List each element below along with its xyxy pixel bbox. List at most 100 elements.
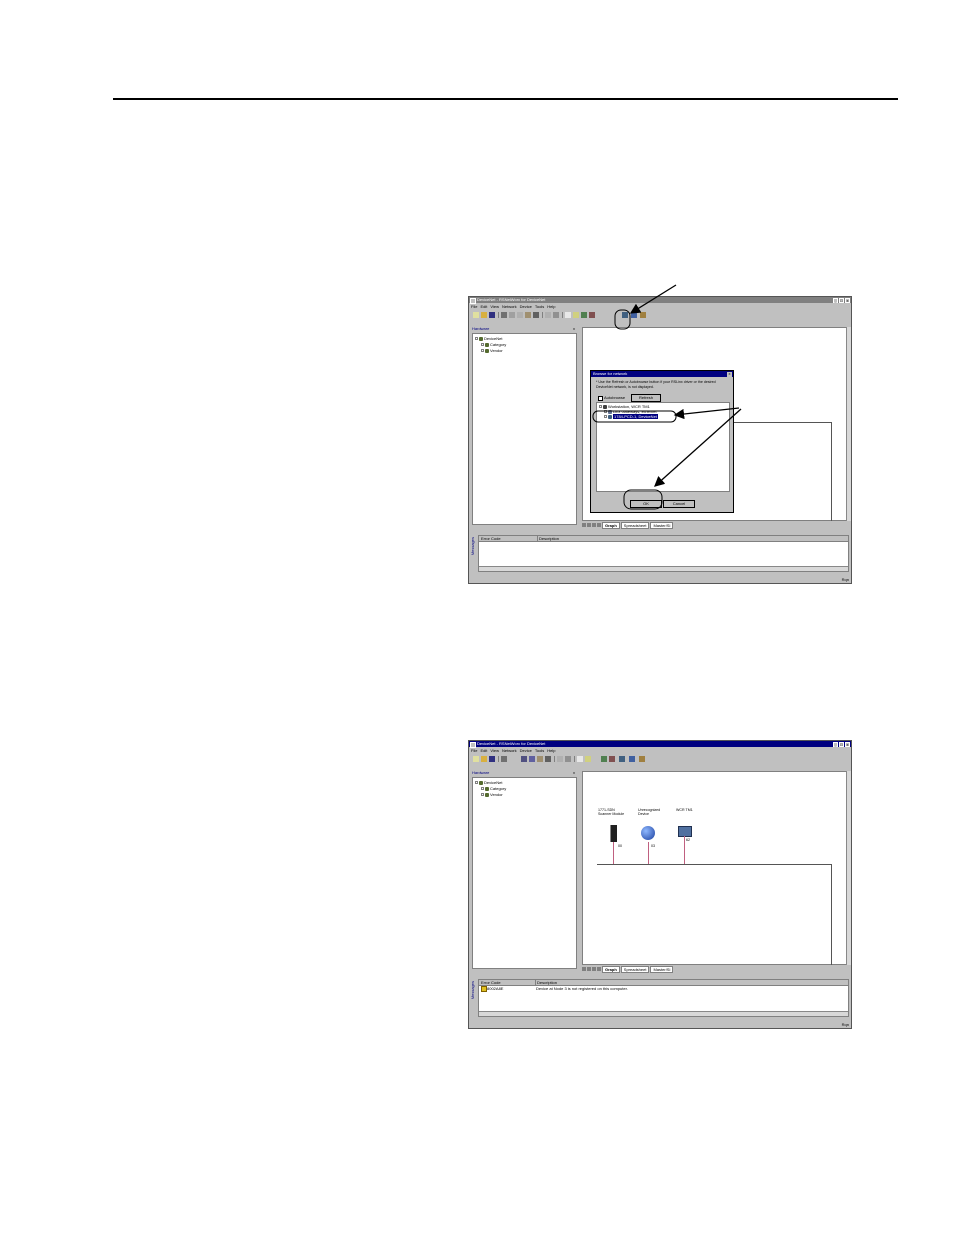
properties-icon[interactable] [565, 312, 571, 318]
next-tab-icon[interactable] [592, 967, 596, 971]
prev-tab-icon[interactable] [587, 523, 591, 527]
message-row[interactable]: 8002A8E Device at Node 3 is not register… [481, 986, 846, 992]
menu-file[interactable]: File [471, 748, 477, 754]
upload-icon[interactable] [589, 312, 595, 318]
tab-master-slave[interactable]: Master/Sl [650, 965, 674, 973]
messages-horizontal-scrollbar[interactable] [479, 1011, 848, 1016]
minimize-button[interactable]: _ [833, 297, 838, 303]
paste-icon[interactable] [525, 312, 531, 318]
new-icon[interactable] [473, 312, 479, 318]
expand-icon[interactable] [475, 337, 478, 340]
menu-network[interactable]: Network [502, 748, 517, 754]
info-icon[interactable] [573, 312, 579, 318]
hardware-close-icon[interactable]: x [573, 326, 575, 331]
last-tab-icon[interactable] [597, 967, 601, 971]
zoom-out-icon[interactable] [565, 756, 571, 762]
device-scanner[interactable]: 1771-SDN Scanner Module 00 [598, 808, 628, 848]
close-button[interactable]: x [845, 297, 850, 303]
copy-icon[interactable] [529, 756, 535, 762]
menu-device[interactable]: Device [520, 304, 532, 310]
tree-item-selected[interactable]: 1784-PCD-1, DeviceNet [604, 414, 658, 419]
paste-icon[interactable] [537, 756, 543, 762]
col-error-code[interactable]: Error Code [481, 980, 501, 985]
col-description[interactable]: Description [537, 536, 559, 541]
expand-icon[interactable] [599, 405, 602, 408]
maximize-button[interactable]: □ [839, 741, 844, 747]
online-network-icon[interactable] [619, 756, 625, 762]
device-workstation[interactable]: WCR TM1 62 [676, 808, 706, 842]
spreadsheet-icon[interactable] [629, 756, 635, 762]
refresh-button[interactable]: Refresh [631, 394, 661, 402]
print-icon[interactable] [501, 312, 507, 318]
maximize-button[interactable]: □ [839, 297, 844, 303]
menu-view[interactable]: View [490, 304, 499, 310]
first-tab-icon[interactable] [582, 523, 586, 527]
copy-icon[interactable] [517, 312, 523, 318]
tab-spreadsheet[interactable]: Spreadsheet [620, 965, 650, 973]
expand-icon[interactable] [481, 787, 484, 790]
menu-network[interactable]: Network [502, 304, 517, 310]
menu-help[interactable]: Help [547, 304, 555, 310]
menu-tools[interactable]: Tools [535, 748, 544, 754]
zoom-in-icon[interactable] [545, 312, 551, 318]
minimize-button[interactable]: _ [833, 741, 838, 747]
print-icon[interactable] [501, 756, 507, 762]
menu-help[interactable]: Help [547, 748, 555, 754]
tree-item[interactable]: DeviceNet [475, 780, 502, 785]
menu-edit[interactable]: Edit [480, 748, 487, 754]
info-icon[interactable] [585, 756, 591, 762]
expand-icon[interactable] [481, 349, 484, 352]
tree-item[interactable]: DeviceNet [475, 336, 502, 341]
cancel-button[interactable]: Cancel [663, 500, 695, 508]
messages-horizontal-scrollbar[interactable] [479, 566, 848, 571]
download-icon[interactable] [601, 756, 607, 762]
last-tab-icon[interactable] [597, 523, 601, 527]
upload-icon[interactable] [609, 756, 615, 762]
expand-icon[interactable] [481, 343, 484, 346]
autobrowse-checkbox[interactable] [598, 396, 603, 401]
spreadsheet-icon[interactable] [631, 312, 637, 318]
open-icon[interactable] [481, 312, 487, 318]
col-error-code[interactable]: Error Code [481, 536, 501, 541]
new-icon[interactable] [473, 756, 479, 762]
expand-icon[interactable] [604, 415, 607, 418]
help-pointer-icon[interactable] [533, 312, 539, 318]
online-network-icon[interactable] [622, 312, 628, 318]
hardware-close-icon[interactable]: x [573, 770, 575, 775]
menu-view[interactable]: View [490, 748, 499, 754]
expand-icon[interactable] [475, 781, 478, 784]
close-button[interactable]: x [845, 741, 850, 747]
next-tab-icon[interactable] [592, 523, 596, 527]
save-icon[interactable] [489, 756, 495, 762]
dialog-close-button[interactable]: x [727, 371, 732, 377]
open-icon[interactable] [481, 756, 487, 762]
menu-file[interactable]: File [471, 304, 477, 310]
download-icon[interactable] [581, 312, 587, 318]
zoom-in-icon[interactable] [557, 756, 563, 762]
tree-item[interactable]: Category [481, 786, 506, 791]
zoom-out-icon[interactable] [553, 312, 559, 318]
menu-edit[interactable]: Edit [480, 304, 487, 310]
prev-tab-icon[interactable] [587, 967, 591, 971]
graph-canvas[interactable]: 1771-SDN Scanner Module 00 Unrecognized … [582, 771, 848, 965]
tab-graph[interactable]: Graph [602, 965, 620, 973]
expand-icon[interactable] [604, 410, 607, 413]
tree-item[interactable]: Vendor [481, 348, 503, 353]
vertical-scrollbar[interactable] [846, 771, 851, 965]
cut-icon[interactable] [521, 756, 527, 762]
wizard-icon[interactable] [640, 312, 646, 318]
tab-graph[interactable]: Graph [602, 521, 620, 529]
ok-button[interactable]: OK [630, 500, 662, 508]
properties-icon[interactable] [577, 756, 583, 762]
expand-icon[interactable] [481, 793, 484, 796]
tab-spreadsheet[interactable]: Spreadsheet [620, 521, 650, 529]
first-tab-icon[interactable] [582, 967, 586, 971]
wizard-icon[interactable] [639, 756, 645, 762]
col-description[interactable]: Description [535, 980, 557, 985]
menu-device[interactable]: Device [520, 748, 532, 754]
tree-item[interactable]: Category [481, 342, 506, 347]
menu-tools[interactable]: Tools [535, 304, 544, 310]
vertical-scrollbar[interactable] [846, 327, 851, 521]
tab-master-slave[interactable]: Master/Sl [650, 521, 674, 529]
tree-item[interactable]: Vendor [481, 792, 503, 797]
